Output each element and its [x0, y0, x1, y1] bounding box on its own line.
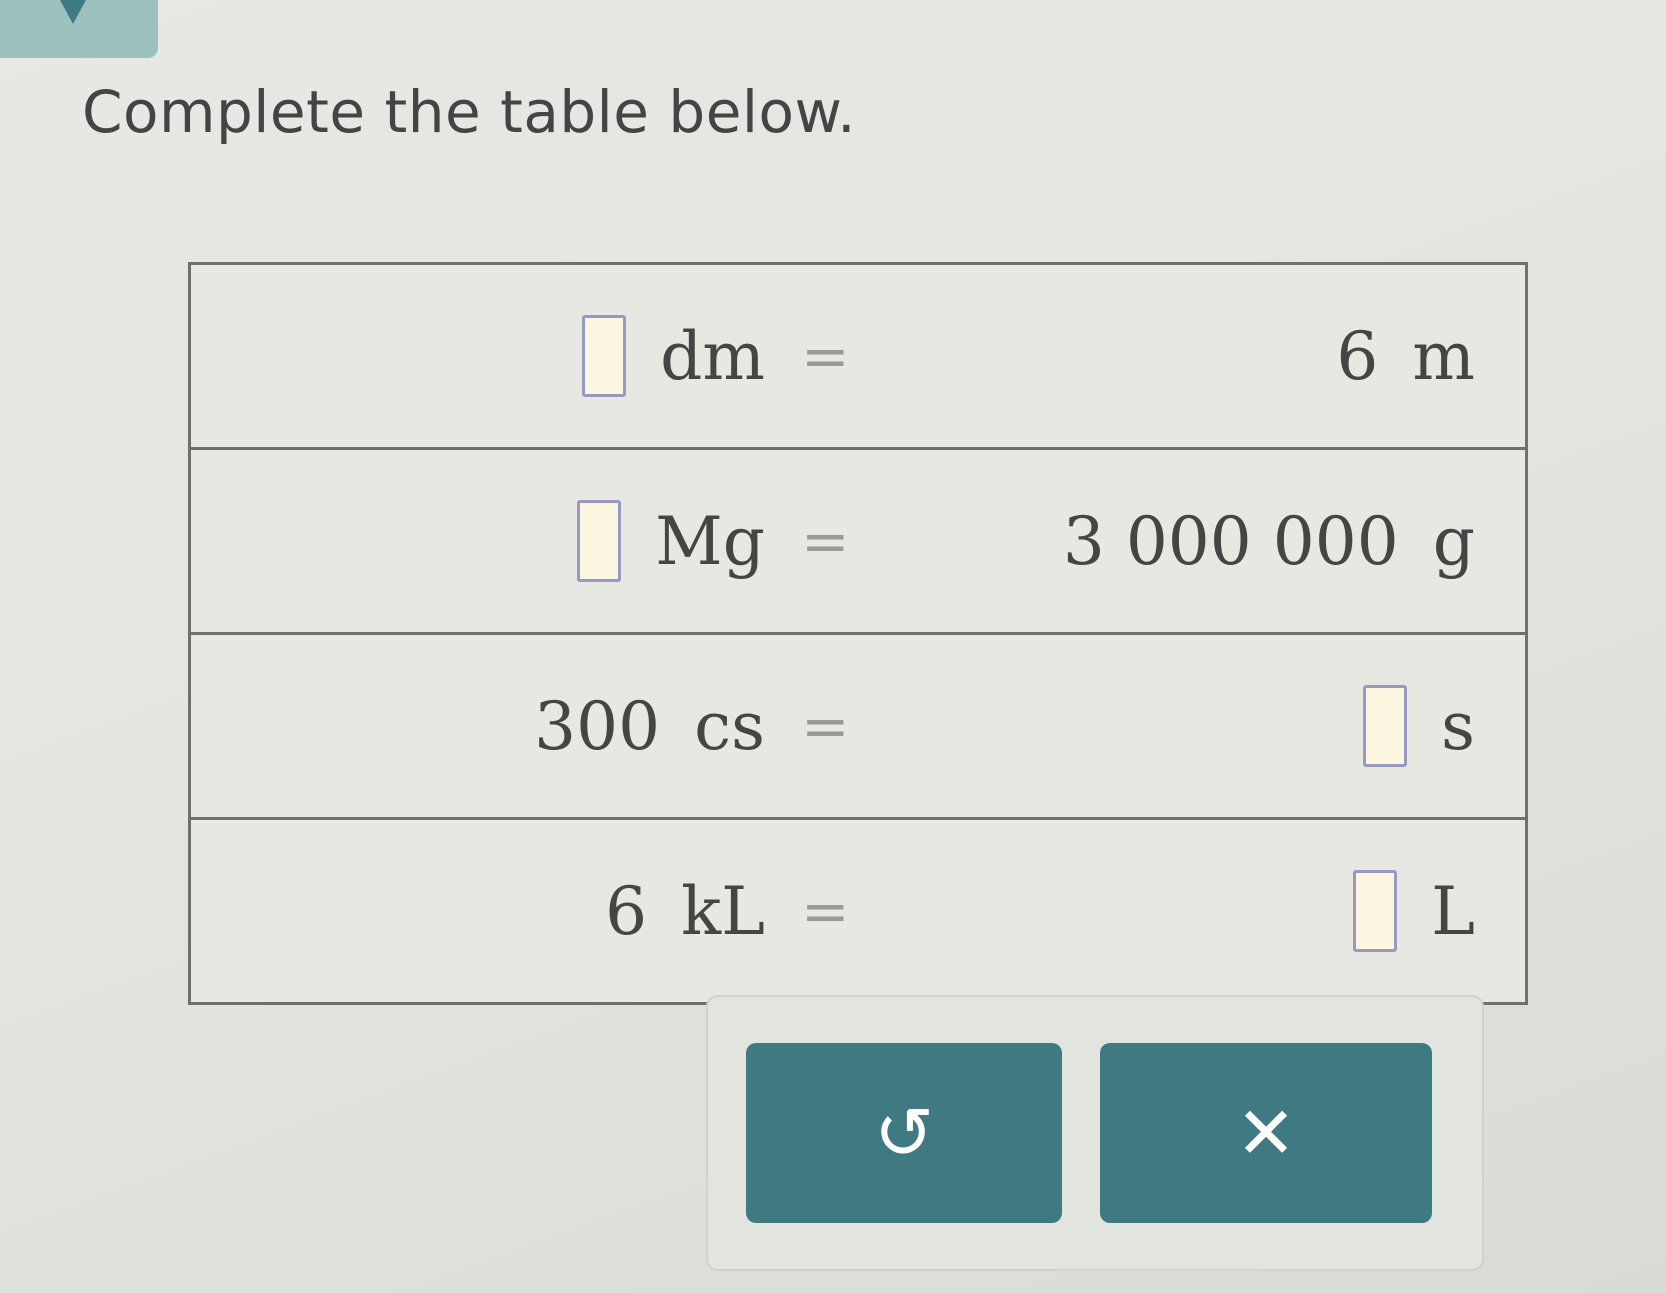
question-prompt: Complete the table below. [82, 78, 857, 146]
given-value: 6 [1336, 317, 1379, 395]
equals-sign: = [801, 877, 850, 945]
unit-label: dm [660, 317, 765, 395]
right-cell: s [1363, 635, 1475, 817]
table-row: Mg = 3 000 000 g [191, 450, 1525, 635]
unit-label: s [1441, 687, 1475, 765]
unit-label: cs [694, 687, 765, 765]
right-cell: L [1353, 820, 1475, 1002]
equals-sign: = [801, 507, 850, 575]
left-cell: Mg [577, 450, 765, 632]
equals-sign: = [801, 322, 850, 390]
table-row: 300 cs = s [191, 635, 1525, 820]
action-panel: ↺ ✕ [706, 995, 1484, 1271]
header-tab[interactable] [0, 0, 158, 58]
undo-button[interactable]: ↺ [746, 1043, 1062, 1223]
given-value: 300 [534, 687, 661, 765]
unit-label: L [1431, 872, 1475, 950]
clear-button[interactable]: ✕ [1100, 1043, 1432, 1223]
unit-label: m [1412, 317, 1475, 395]
given-value: 3 000 000 [1062, 502, 1399, 580]
answer-input-dm[interactable] [582, 315, 627, 397]
table-row: dm = 6 m [191, 265, 1525, 450]
close-icon: ✕ [1235, 1091, 1297, 1175]
undo-icon: ↺ [873, 1091, 935, 1175]
answer-input-l[interactable] [1353, 870, 1398, 952]
answer-input-s[interactable] [1363, 685, 1408, 767]
unit-label: kL [681, 872, 765, 950]
left-cell: 300 cs [534, 635, 765, 817]
right-cell: 6 m [1336, 265, 1475, 447]
conversion-table: dm = 6 m Mg = 3 000 000 g 300 cs = s 6 k… [188, 262, 1528, 1005]
left-cell: dm [582, 265, 765, 447]
given-value: 6 [605, 872, 648, 950]
table-row: 6 kL = L [191, 820, 1525, 1002]
equals-sign: = [801, 692, 850, 760]
chevron-down-icon [60, 0, 86, 24]
unit-label: g [1432, 502, 1475, 580]
unit-label: Mg [655, 502, 765, 580]
answer-input-mg[interactable] [577, 500, 622, 582]
left-cell: 6 kL [605, 820, 765, 1002]
right-cell: 3 000 000 g [1063, 450, 1475, 632]
